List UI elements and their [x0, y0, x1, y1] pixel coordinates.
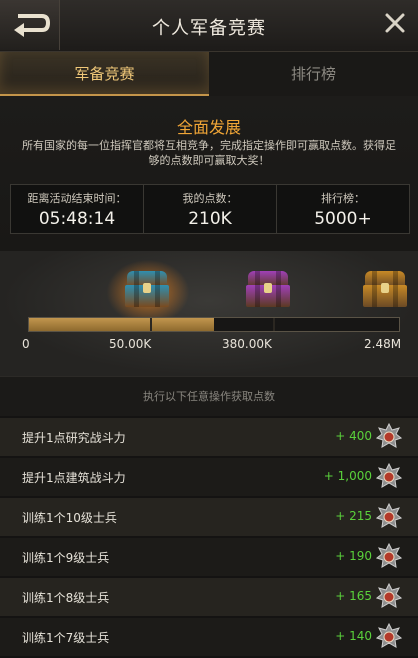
- task-row: 训练1个10级士兵 + 215: [0, 498, 418, 536]
- task-row: 提升1点建筑战斗力 + 1,000: [0, 458, 418, 496]
- purple-chest-icon[interactable]: [246, 271, 290, 309]
- stat-rank[interactable]: 排行榜： 5000+: [277, 185, 409, 233]
- task-points: + 190: [335, 549, 372, 563]
- rank-medal-icon: [376, 423, 402, 448]
- progress-bar: [28, 317, 400, 332]
- rank-medal-icon: [376, 583, 402, 608]
- task-points: + 215: [335, 509, 372, 523]
- page-title: 个人军备竞赛: [152, 18, 266, 39]
- stats-panel: 距离活动结束时间： 05:48:14 我的点数： 210K 排行榜： 5000+: [10, 184, 410, 234]
- stat-label: 距离活动结束时间：: [27, 192, 127, 205]
- task-row: 训练1个7级士兵 + 140: [0, 618, 418, 656]
- stat-time-left: 距离活动结束时间： 05:48:14: [11, 185, 144, 233]
- reward-progress-panel: 0 50.00K 380.00K 2.48M: [0, 251, 418, 376]
- tab-bar: 军备竞赛 排行榜: [0, 52, 418, 96]
- rank-medal-icon: [376, 503, 402, 528]
- stat-label: 排行榜：: [321, 192, 365, 205]
- task-points: + 140: [335, 629, 372, 643]
- task-label: 训练1个9级士兵: [22, 551, 110, 565]
- task-points: + 165: [335, 589, 372, 603]
- task-points: + 1,000: [323, 469, 372, 483]
- stat-label: 我的点数：: [182, 192, 238, 205]
- rank-medal-icon: [376, 463, 402, 488]
- stat-value: 210K: [188, 209, 232, 229]
- task-label: 训练1个10级士兵: [22, 511, 117, 525]
- orange-chest-icon[interactable]: [363, 271, 407, 309]
- back-button[interactable]: [0, 0, 60, 50]
- header-bar: 个人军备竞赛: [0, 0, 418, 52]
- progress-fill: [29, 318, 214, 331]
- back-arrow-icon: [14, 14, 50, 37]
- tab-arms-race[interactable]: 军备竞赛: [0, 52, 209, 96]
- event-title: 全面发展: [176, 118, 241, 137]
- blue-chest-icon[interactable]: [125, 271, 169, 309]
- event-description: 所有国家的每一位指挥官都将互相竞争，完成指定操作即可赢取点数。获得足够的点数即可…: [22, 139, 396, 167]
- stat-value: 05:48:14: [38, 209, 116, 229]
- task-row: 提升1点研究战斗力 + 400: [0, 418, 418, 456]
- task-row: 训练1个8级士兵 + 165: [0, 578, 418, 616]
- task-label: 训练1个8级士兵: [22, 591, 110, 605]
- task-points: + 400: [335, 429, 372, 443]
- task-label: 训练1个7级士兵: [22, 631, 110, 645]
- tasks-header: 执行以下任意操作获取点数: [0, 376, 418, 416]
- stat-my-points: 我的点数： 210K: [144, 185, 277, 233]
- close-icon: [385, 13, 405, 33]
- milestone-label: 0: [22, 337, 30, 351]
- task-label: 提升1点建筑战斗力: [22, 471, 126, 485]
- milestone-tick: [150, 318, 152, 331]
- task-label: 提升1点研究战斗力: [22, 431, 126, 445]
- milestone-label: 380.00K: [222, 337, 272, 351]
- rank-medal-icon: [376, 543, 402, 568]
- rank-medal-icon: [376, 623, 402, 648]
- intro-panel: 全面发展 所有国家的每一位指挥官都将互相竞争，完成指定操作即可赢取点数。获得足够…: [0, 96, 418, 251]
- stat-value: 5000+: [314, 209, 372, 229]
- milestone-tick: [273, 318, 275, 331]
- task-row: 训练1个9级士兵 + 190: [0, 538, 418, 576]
- milestone-label: 50.00K: [109, 337, 152, 351]
- milestone-label: 2.48M: [364, 337, 402, 351]
- tab-leaderboard[interactable]: 排行榜: [209, 52, 418, 96]
- close-button[interactable]: [372, 0, 418, 50]
